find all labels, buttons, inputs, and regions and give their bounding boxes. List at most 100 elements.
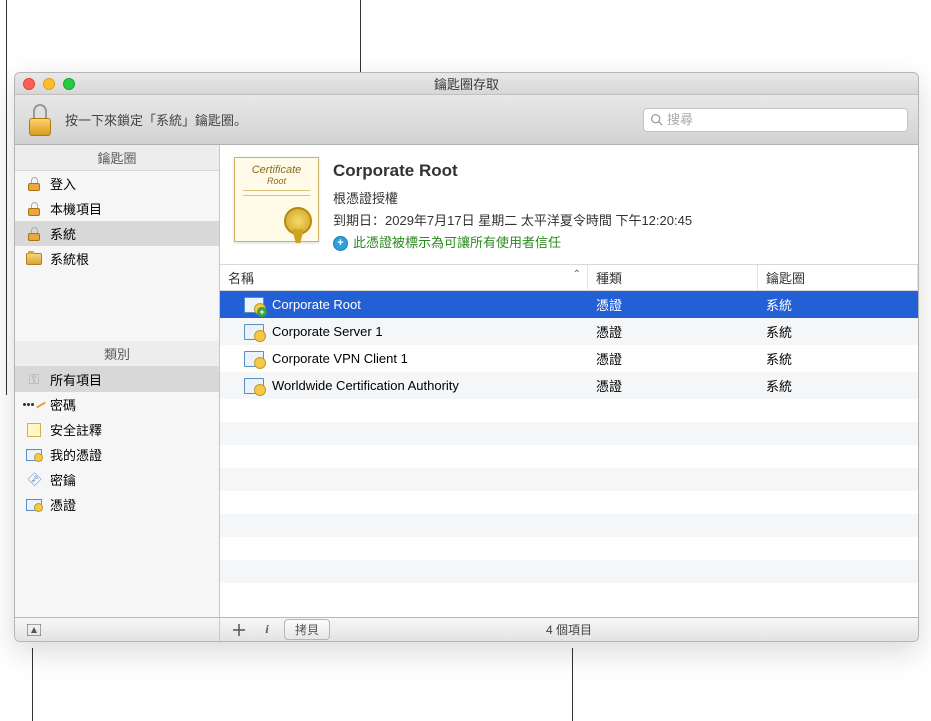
callout-line — [6, 0, 7, 395]
lock-hint: 按一下來鎖定「系統」鑰匙圈。 — [65, 110, 247, 129]
cert-icon — [244, 297, 264, 313]
search-icon — [650, 113, 663, 126]
cert-icon — [244, 324, 264, 340]
empty-row — [220, 445, 918, 468]
minimize-button[interactable] — [43, 78, 55, 90]
table-row[interactable]: Corporate VPN Client 1 憑證系統 — [220, 345, 918, 372]
toolbar: 按一下來鎖定「系統」鑰匙圈。 — [15, 95, 918, 145]
lock-open-icon — [25, 102, 55, 138]
sidebar-item-label: 本機項目 — [50, 199, 102, 218]
row-name: Corporate VPN Client 1 — [272, 351, 408, 366]
detail-type: 根憑證授權 — [333, 188, 692, 210]
sidebar-item-label: 系統根 — [50, 249, 89, 268]
row-kind: 憑證 — [588, 374, 758, 397]
lock-open-icon — [25, 225, 43, 243]
table-header: 名稱 ⌃ 種類 鑰匙圈 — [220, 265, 918, 291]
row-keychain: 系統 — [758, 347, 918, 370]
info-button[interactable]: i — [256, 621, 278, 639]
lock-open-icon — [25, 200, 43, 218]
table-body: Corporate Root憑證系統Corporate Server 1憑證系統… — [220, 291, 918, 617]
row-name: Corporate Root — [272, 297, 361, 312]
close-button[interactable] — [23, 78, 35, 90]
cert-icon — [244, 378, 264, 394]
keychain-item[interactable]: 登入 — [15, 171, 219, 196]
empty-row — [220, 422, 918, 445]
search-box[interactable] — [643, 108, 908, 132]
search-input[interactable] — [667, 112, 901, 127]
empty-row — [220, 468, 918, 491]
empty-row — [220, 399, 918, 422]
key-icon: ⚿ — [25, 371, 43, 389]
titlebar[interactable]: 鑰匙圈存取 — [15, 73, 918, 95]
row-keychain: 系統 — [758, 320, 918, 343]
copy-button[interactable]: 拷貝 — [284, 619, 330, 640]
keychain-list: 登入本機項目系統系統根 — [15, 171, 219, 271]
add-button[interactable] — [228, 621, 250, 639]
detail-pane: Certificate Root Corporate Root 根憑證授權 到期… — [220, 145, 918, 265]
detail-name: Corporate Root — [333, 157, 692, 186]
zoom-button[interactable] — [63, 78, 75, 90]
sidebar-item-label: 登入 — [50, 174, 76, 193]
col-kind[interactable]: 種類 — [588, 265, 758, 290]
keyic-icon: ⚿ — [25, 471, 43, 489]
categories-header: 類別 — [15, 341, 219, 367]
toggle-sidebar-icon[interactable] — [23, 621, 45, 639]
empty-row — [220, 560, 918, 583]
col-keychain[interactable]: 鑰匙圈 — [758, 265, 918, 290]
keychain-item[interactable]: 系統 — [15, 221, 219, 246]
folder-icon — [25, 250, 43, 268]
main-pane: Certificate Root Corporate Root 根憑證授權 到期… — [220, 145, 918, 617]
category-item[interactable]: 憑證 — [15, 492, 219, 517]
trust-plus-icon — [333, 236, 348, 251]
row-kind: 憑證 — [588, 293, 758, 316]
category-item[interactable]: 安全註釋 — [15, 417, 219, 442]
category-item[interactable]: ⚿ 所有項目 — [15, 367, 219, 392]
sidebar-item-label: 憑證 — [50, 495, 76, 514]
lock-toggle[interactable]: 按一下來鎖定「系統」鑰匙圈。 — [25, 102, 633, 138]
row-kind: 憑證 — [588, 347, 758, 370]
row-kind: 憑證 — [588, 320, 758, 343]
category-list: ⚿ 所有項目密碼安全註釋我的憑證 ⚿ 密鑰憑證 — [15, 367, 219, 517]
category-item[interactable]: 密碼 — [15, 392, 219, 417]
row-name: Worldwide Certification Authority — [272, 378, 459, 393]
callout-line — [32, 648, 33, 721]
keychains-header: 鑰匙圈 — [15, 145, 219, 171]
sidebar-item-label: 我的憑證 — [50, 445, 102, 464]
sidebar-item-label: 密碼 — [50, 395, 76, 414]
sidebar-item-label: 安全註釋 — [50, 420, 102, 439]
certificate-large-icon: Certificate Root — [234, 157, 319, 242]
empty-row — [220, 491, 918, 514]
empty-row — [220, 537, 918, 560]
traffic-lights — [23, 78, 75, 90]
keychain-item[interactable]: 系統根 — [15, 246, 219, 271]
sidebar-item-label: 系統 — [50, 224, 76, 243]
table-row[interactable]: Corporate Server 1 憑證系統 — [220, 318, 918, 345]
lock-open-icon — [25, 175, 43, 193]
note-icon — [25, 421, 43, 439]
category-item[interactable]: ⚿ 密鑰 — [15, 467, 219, 492]
sort-asc-icon: ⌃ — [573, 269, 581, 280]
window-title: 鑰匙圈存取 — [15, 74, 918, 93]
sidebar-item-label: 所有項目 — [50, 370, 102, 389]
detail-trust: 此憑證被標示為可讓所有使用者信任 — [333, 232, 692, 254]
cert-icon — [244, 351, 264, 367]
sidebar-item-label: 密鑰 — [50, 470, 76, 489]
row-keychain: 系統 — [758, 293, 918, 316]
detail-expiry: 到期日：2029年7月17日 星期二 太平洋夏令時間 下午12:20:45 — [333, 210, 692, 232]
table-row[interactable]: Worldwide Certification Authority 憑證系統 — [220, 372, 918, 399]
row-keychain: 系統 — [758, 374, 918, 397]
table-row[interactable]: Corporate Root 憑證系統 — [220, 291, 918, 318]
sidebar: 鑰匙圈 登入本機項目系統系統根 類別 ⚿ 所有項目密碼安全註釋我的憑證 ⚿ 密鑰憑證 — [15, 145, 220, 617]
col-name[interactable]: 名稱 ⌃ — [220, 265, 588, 290]
cert-icon — [25, 446, 43, 464]
cert-icon — [25, 496, 43, 514]
keychain-item[interactable]: 本機項目 — [15, 196, 219, 221]
dots-icon — [25, 396, 43, 414]
category-item[interactable]: 我的憑證 — [15, 442, 219, 467]
empty-row — [220, 514, 918, 537]
row-name: Corporate Server 1 — [272, 324, 383, 339]
app-window: 鑰匙圈存取 按一下來鎖定「系統」鑰匙圈。 鑰匙圈 登入本機項目系統系統根 類別 … — [14, 72, 919, 642]
callout-line — [572, 648, 573, 721]
statusbar: i 拷貝 4 個項目 — [15, 617, 918, 641]
item-count: 4 個項目 — [546, 621, 592, 638]
